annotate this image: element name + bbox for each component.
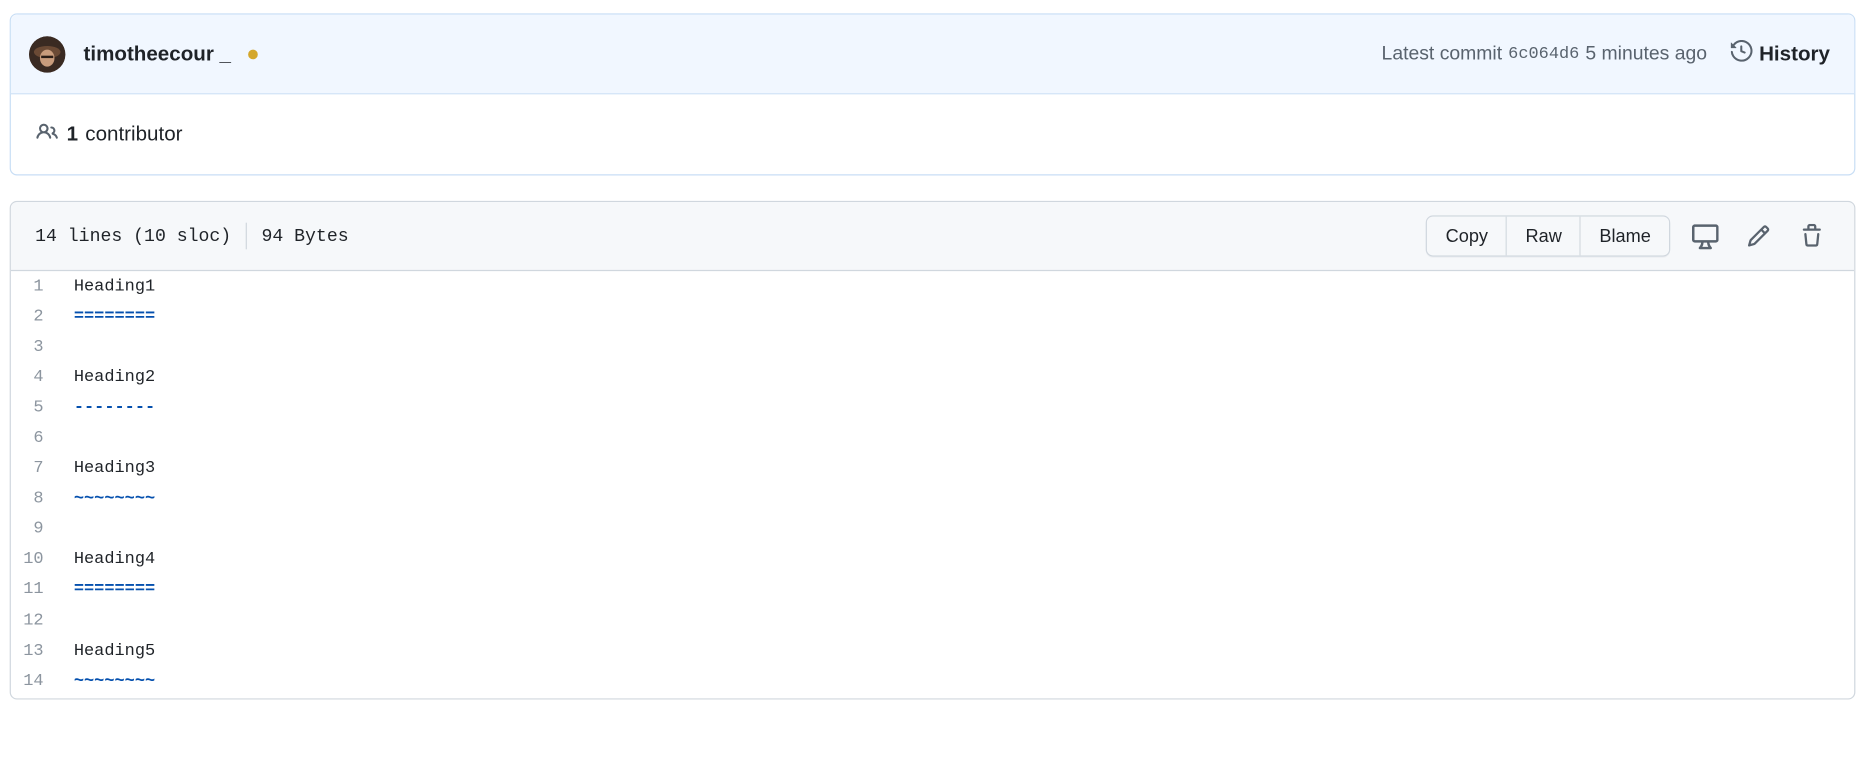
line-number[interactable]: 12 — [11, 611, 74, 630]
commit-box: timotheecour _ Latest commit 6c064d6 5 m… — [9, 13, 1856, 176]
code-line: 10 Heading4 — [11, 544, 1854, 574]
line-number[interactable]: 8 — [11, 489, 74, 508]
file-lines-info: 14 lines (10 sloc) — [35, 225, 232, 247]
latest-commit-label: Latest commit — [1381, 42, 1503, 64]
line-content: ~~~~~~~~ — [73, 671, 156, 691]
latest-commit-bar: timotheecour _ Latest commit 6c064d6 5 m… — [10, 14, 1855, 95]
line-number[interactable]: 1 — [11, 277, 74, 296]
line-number[interactable]: 10 — [11, 550, 74, 569]
line-number[interactable]: 4 — [11, 368, 74, 387]
code-line: 9 — [11, 514, 1854, 544]
commit-sha[interactable]: 6c064d6 — [1508, 44, 1579, 63]
code-line: 8 ~~~~~~~~ — [11, 484, 1854, 514]
commit-author[interactable]: timotheecour _ — [84, 42, 231, 66]
line-number[interactable]: 11 — [11, 580, 74, 599]
line-content: ======== — [73, 306, 156, 327]
code-line: 4 Heading2 — [11, 362, 1854, 392]
desktop-icon[interactable] — [1687, 218, 1723, 254]
code-line: 13 Heading5 — [11, 636, 1854, 666]
code-line: 11 ======== — [11, 575, 1854, 605]
file-size: 94 Bytes — [261, 225, 349, 247]
line-number[interactable]: 6 — [11, 428, 74, 447]
avatar[interactable] — [29, 35, 66, 73]
code-line: 14 ~~~~~~~~ — [11, 666, 1854, 696]
people-icon — [35, 120, 59, 148]
line-number[interactable]: 14 — [11, 671, 74, 690]
commit-meta: Latest commit 6c064d6 5 minutes ago — [1382, 43, 1707, 65]
line-content: -------- — [73, 398, 156, 418]
history-label: History — [1759, 41, 1830, 65]
line-number[interactable]: 5 — [11, 398, 74, 417]
line-number[interactable]: 7 — [11, 459, 74, 478]
contributor-label: contributor — [85, 122, 183, 146]
line-content: ======== — [73, 580, 156, 600]
pencil-icon[interactable] — [1740, 218, 1776, 254]
line-number[interactable]: 13 — [11, 641, 74, 660]
blame-button[interactable]: Blame — [1581, 216, 1670, 256]
copy-button[interactable]: Copy — [1427, 216, 1508, 256]
file-action-buttons: Copy Raw Blame — [1426, 215, 1671, 257]
code-line: 5 -------- — [11, 393, 1854, 423]
history-icon — [1731, 39, 1754, 68]
contributors-row[interactable]: 1 contributor — [11, 94, 1854, 174]
line-content: Heading4 — [73, 549, 156, 570]
line-number[interactable]: 9 — [11, 520, 74, 539]
code-lines: 1 Heading1 2 ======== 3 4 Heading2 5 ---… — [11, 271, 1854, 696]
line-content: Heading2 — [73, 367, 156, 388]
code-line: 1 Heading1 — [11, 271, 1854, 301]
line-content: Heading3 — [73, 458, 156, 479]
commit-time[interactable]: 5 minutes ago — [1585, 43, 1707, 65]
file-info-divider — [245, 222, 247, 250]
code-line: 7 Heading3 — [11, 453, 1854, 483]
history-button[interactable]: History — [1731, 39, 1830, 68]
code-line: 12 — [11, 605, 1854, 635]
file-header: 14 lines (10 sloc) 94 Bytes Copy Raw Bla… — [10, 202, 1855, 272]
trash-icon[interactable] — [1794, 218, 1830, 254]
line-content: ~~~~~~~~ — [73, 489, 156, 509]
line-content: Heading5 — [73, 641, 156, 661]
code-line: 3 — [11, 332, 1854, 362]
raw-button[interactable]: Raw — [1507, 216, 1582, 256]
line-number[interactable]: 3 — [11, 337, 74, 356]
file-viewer: 14 lines (10 sloc) 94 Bytes Copy Raw Bla… — [9, 200, 1856, 700]
code-line: 2 ======== — [11, 301, 1854, 331]
contributor-count: 1 — [66, 122, 79, 146]
commit-status-dot[interactable] — [247, 49, 258, 59]
line-number[interactable]: 2 — [11, 307, 74, 326]
code-line: 6 — [11, 423, 1854, 453]
line-content: Heading1 — [73, 276, 156, 296]
